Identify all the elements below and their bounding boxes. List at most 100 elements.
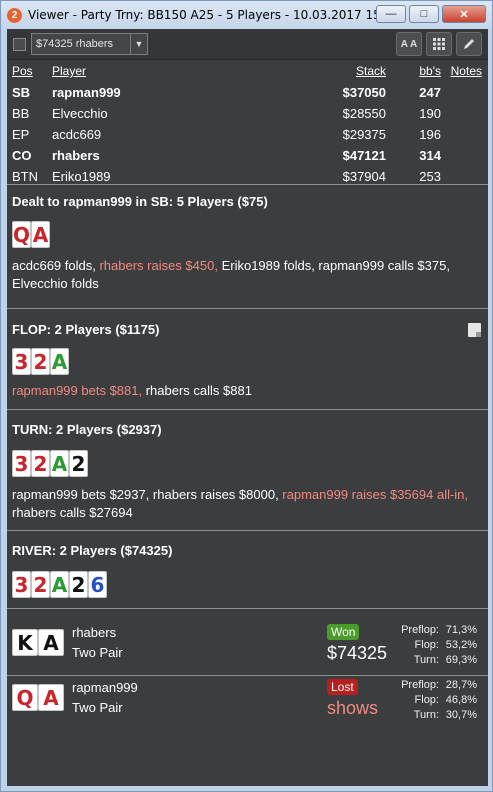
header-stack[interactable]: Stack [356,64,386,78]
app-logo-icon: 2 [7,7,22,23]
result-amount: $74325 [327,643,388,663]
player-bbs: 314 [419,148,441,163]
player-name: rapman999 [52,85,121,100]
viewer-window: 2 Viewer - Party Trny: BB150 A25 - 5 Pla… [0,0,493,792]
player-row[interactable]: CO rhabers $47121 314 [7,148,488,169]
players-table: Pos Player Stack bb's Notes SB rapman999 $… [7,60,488,184]
player-pos: BB [12,106,30,121]
player-row[interactable]: SB rapman999 $37050 247 [7,85,488,106]
equity-value: 46,8% [445,694,477,706]
equity-value: 30,7% [445,709,477,721]
chevron-down-icon[interactable]: ▼ [130,34,147,54]
playing-card: 2 [31,450,50,477]
equity-label: Flop: [414,694,439,706]
result-hand: Two Pair [72,700,123,715]
result-player: rapman999 [72,680,138,695]
minimize-button[interactable]: — [376,5,406,23]
results-section: K Arhabers Two Pair Won $74325 Preflop: 71,3% F… [7,608,488,786]
player-name: Elvecchio [52,106,108,121]
result-amount: shows [327,698,379,718]
preflop-section: Dealt to rapman999 in SB: 5 Players ($75… [7,184,488,308]
playing-card: 2 [69,571,88,598]
player-pos: SB [12,85,31,100]
result-badge: Won [327,624,360,640]
river-cards: 32A26 [12,571,107,598]
player-row[interactable]: EP acdc669 $29375 196 [7,127,488,148]
title-bar: 2 Viewer - Party Trny: BB150 A25 - 5 Pla… [1,1,492,29]
action-text: rhabers calls $881 [145,383,252,398]
player-pos: EP [12,127,30,142]
playing-card: Q [12,221,31,248]
hand-selector[interactable]: $74325 rhabers ▼ [31,33,148,55]
player-name: Eriko1989 [52,169,111,184]
grid-button[interactable] [426,32,452,56]
player-stack: $37050 [342,85,386,100]
equity-value: 28,7% [445,679,477,691]
action-text: rapman999 raises $35694 all-in, [282,487,469,502]
edit-button[interactable] [456,32,482,56]
window-title: Viewer - Party Trny: BB150 A25 - 5 Playe… [28,8,401,22]
playing-card: 2 [31,348,50,375]
action-text: rapman999 bets $2937, rhabers raises $80… [12,487,283,502]
equity-line: Flop: 53,2% [389,638,477,653]
action-text: acdc669 folds, [12,258,100,273]
showdown-cards: KA [12,629,64,656]
equity-value: 71,3% [445,624,477,636]
flop-section: FLOP: 2 Players ($1175) 32A rapman999 be… [7,308,488,409]
close-button[interactable]: ✕ [442,5,486,23]
hand-selector-value: $74325 rhabers [36,38,114,50]
result-badge: Lost [327,679,358,695]
maximize-button[interactable]: □ [409,5,439,23]
result-row: K Arhabers Two Pair Won $74325 Preflop: 71,3% F… [7,621,488,673]
playing-card: A [38,629,64,656]
turn-section: TURN: 2 Players ($2937) 32A2 rapman999 b… [7,409,488,530]
result-row: Q Arapman999 Two Pair Lost shows Preflop: 28,7… [7,675,488,727]
playing-card: Q [12,684,38,711]
equity-line: Preflop: 71,3% [389,623,477,638]
minimize-icon: — [385,8,397,20]
equity-label: Flop: [414,639,439,651]
action-text: rapman999 bets $881, [12,383,146,398]
preflop-actions: acdc669 folds, rhabers raises $450, Erik… [12,257,482,293]
players-table-header: Pos Player Stack bb's Notes [7,64,488,85]
playing-card: A [50,450,69,477]
equity-line: Flop: 46,8% [389,693,477,708]
equity-value: 69,3% [445,654,477,666]
window-controls: — □ ✕ [376,5,486,23]
equity-label: Turn: [413,709,439,721]
player-row[interactable]: BB Elvecchio $28550 190 [7,106,488,127]
flop-cards: 32A [12,348,69,375]
equity-line: Preflop: 28,7% [389,678,477,693]
equity-label: Preflop: [401,624,439,636]
playing-card: 2 [31,571,50,598]
font-size-button[interactable]: A A [396,32,422,56]
preflop-title: Dealt to rapman999 in SB: 5 Players ($75… [12,194,268,209]
select-checkbox[interactable] [13,37,26,51]
playing-card: A [50,571,69,598]
equity-label: Preflop: [401,679,439,691]
player-bbs: 247 [419,85,441,100]
playing-card: A [50,348,69,375]
header-pos[interactable]: Pos [12,64,33,78]
player-stack: $47121 [342,148,386,163]
playing-card: A [38,684,64,711]
playing-card: K [12,629,38,656]
turn-cards: 32A2 [12,450,88,477]
header-bbs[interactable]: bb's [419,64,441,78]
equity-stats: Preflop: 28,7% Flop: 46,8% Turn: 30,7% [389,678,477,723]
toolbar-buttons: A A [396,32,482,56]
river-section: RIVER: 2 Players ($74325) 32A26 [7,530,488,608]
playing-card: 6 [88,571,107,598]
turn-title: TURN: 2 Players ($2937) [12,422,162,437]
player-name: acdc669 [52,127,102,142]
player-bbs: 190 [419,106,441,121]
player-pos: BTN [12,169,38,184]
result-hand: Two Pair [72,645,123,660]
note-icon[interactable] [468,323,481,337]
playing-card: A [31,221,50,248]
playing-card: 3 [12,571,31,598]
maximize-icon: □ [420,8,428,20]
header-player[interactable]: Player [52,64,86,78]
playing-card: 3 [12,348,31,375]
header-notes[interactable]: Notes [451,64,482,78]
